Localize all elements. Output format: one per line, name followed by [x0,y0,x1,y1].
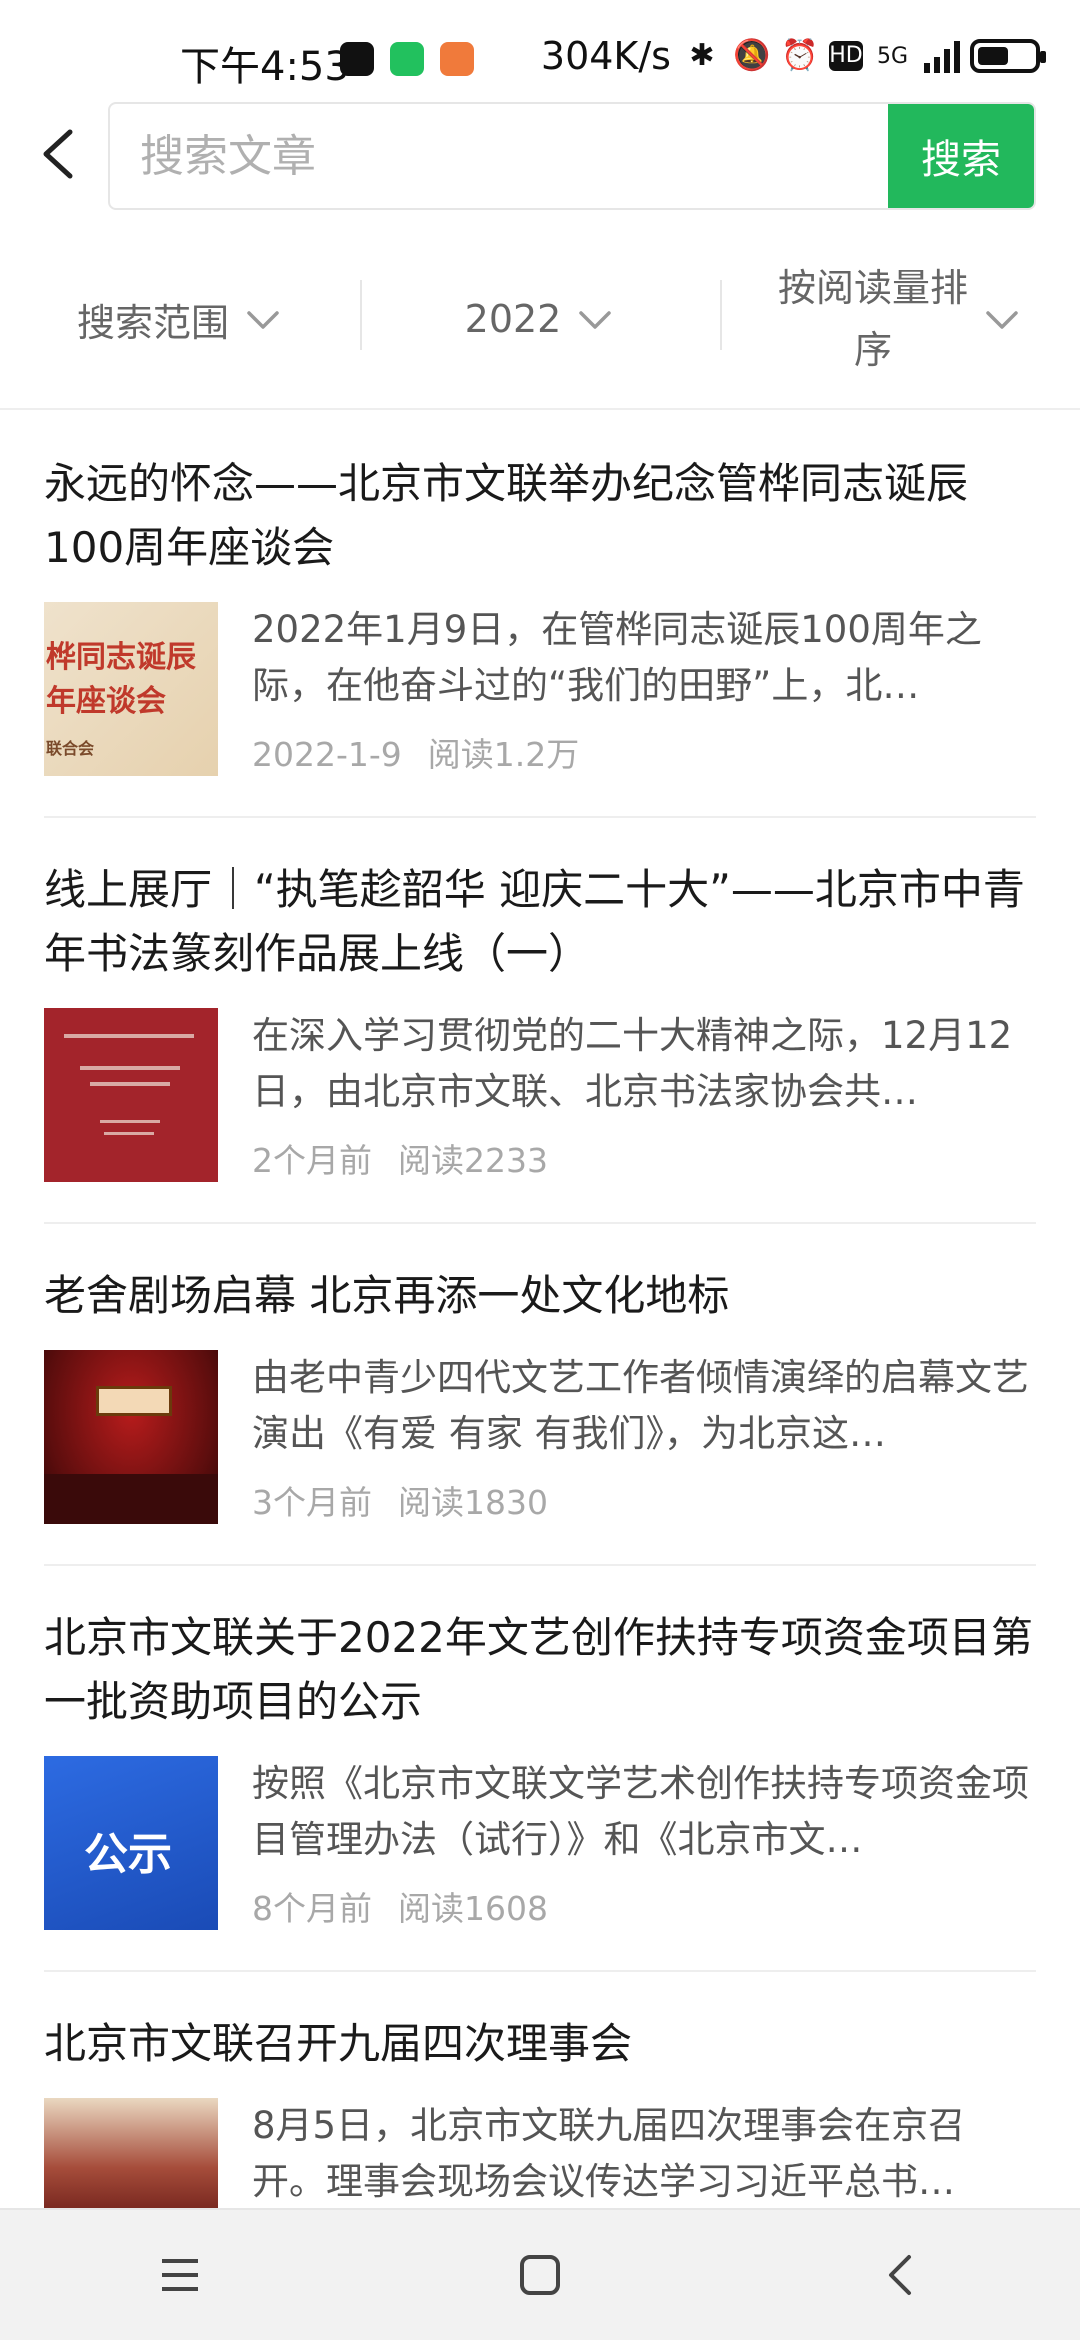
thumbnail-caption: 公示 [84,1830,172,1879]
chevron-down-icon [986,311,1018,329]
article-meta: 3个月前 阅读1830 [252,1476,1032,1524]
article-snippet: 2022年1月9日，在管桦同志诞辰100周年之际，在他奋斗过的“我们的田野”上，… [252,608,982,707]
article-meta: 2个月前 阅读2233 [252,1134,1032,1182]
network-type: 5G [876,43,908,69]
filter-scope[interactable]: 搜索范围 [0,230,360,408]
filter-sort[interactable]: 按阅读量排序 [720,230,1080,408]
weibo-icon [440,42,474,76]
article-item[interactable]: 老舍剧场启幕 北京再添一处文化地标 由老中青少四代文艺工作者倾情演绎的启幕文艺演… [44,1224,1036,1566]
article-list: 永远的怀念——北京市文联举办纪念管桦同志诞辰100周年座谈会 桦同志诞辰 年座谈… [0,412,1080,2312]
article-title: 永远的怀念——北京市文联举办纪念管桦同志诞辰100周年座谈会 [44,459,969,572]
back-icon [889,2255,911,2295]
article-date: 2个月前 [252,1141,372,1180]
article-meta: 2022-1-9 阅读1.2万 [252,728,1032,776]
article-item[interactable]: 线上展厅｜“执笔趁韶华 迎庆二十大”——北京市中青年书法篆刻作品展上线（一） 在… [44,818,1036,1224]
status-time: 下午4:53 [180,44,350,90]
menu-button[interactable] [140,2235,220,2315]
battery-icon [970,39,1046,73]
article-meta: 8个月前 阅读1608 [252,1882,1032,1930]
article-reads: 阅读1608 [398,1889,548,1928]
article-snippet: 按照《北京市文联文学艺术创作扶持专项资金项目管理办法（试行）》和《北京市文… [252,1762,1029,1861]
search-header: 搜索 [0,100,1080,210]
article-date: 3个月前 [252,1483,372,1522]
article-reads: 阅读1.2万 [427,735,580,774]
thumbnail-caption: 联合会 [46,741,95,758]
article-title: 北京市文联关于2022年文艺创作扶持专项资金项目第一批资助项目的公示 [44,1613,1033,1726]
article-title: 北京市文联召开九届四次理事会 [44,2019,633,2068]
article-title: 线上展厅｜“执笔趁韶华 迎庆二十大”——北京市中青年书法篆刻作品展上线（一） [44,865,1025,978]
system-back-button[interactable] [860,2235,940,2315]
thumbnail-caption: 年座谈会 [46,685,166,718]
article-snippet: 8月5日，北京市文联九届四次理事会在京召开。理事会现场会议传达学习习近平总书… [252,2104,966,2203]
article-reads: 阅读1830 [398,1483,548,1522]
search-button[interactable]: 搜索 [888,104,1034,208]
chevron-down-icon [247,311,279,329]
system-nav-bar [0,2208,1080,2340]
article-date: 8个月前 [252,1889,372,1928]
article-title: 老舍剧场启幕 北京再添一处文化地标 [44,1271,730,1320]
article-item[interactable]: 永远的怀念——北京市文联举办纪念管桦同志诞辰100周年座谈会 桦同志诞辰 年座谈… [44,412,1036,818]
filter-year-label: 2022 [464,297,562,341]
article-snippet: 由老中青少四代文艺工作者倾情演绎的启幕文艺演出《有爱 有家 有我们》，为北京这… [252,1356,1029,1455]
tiktok-icon [340,42,374,76]
chevron-left-icon [43,129,73,179]
filter-sort-label: 按阅读量排序 [778,266,969,372]
filter-scope-label: 搜索范围 [76,300,229,345]
home-icon [520,2255,560,2295]
back-button[interactable] [28,122,88,186]
chevron-down-icon [579,311,612,329]
article-date: 2022-1-9 [252,735,402,774]
bluetooth-icon: ✱ [689,38,715,73]
mute-icon: 🔕 [732,38,771,73]
filter-bar: 搜索范围 2022 按阅读量排序 [0,230,1080,410]
signal-icon [922,39,960,73]
thumbnail-caption: 桦同志诞辰 [46,641,196,674]
article-thumbnail: 公示 [44,1756,218,1930]
article-snippet: 在深入学习贯彻党的二十大精神之际，12月12日，由北京市文联、北京书法家协会共… [252,1014,1013,1113]
hd-icon: HD [828,41,863,71]
network-speed: 304K/s [540,34,671,78]
status-indicators: 304K/s ✱ 🔕 ⏰ HD 5G [540,34,1046,78]
wechat-icon [390,42,424,76]
search-input[interactable] [110,104,892,208]
filter-year[interactable]: 2022 [360,230,720,408]
alarm-icon: ⏰ [780,38,819,73]
article-thumbnail [44,1350,218,1524]
article-thumbnail: 桦同志诞辰 年座谈会 联合会 [44,602,218,776]
search-box: 搜索 [108,102,1036,210]
article-reads: 阅读2233 [398,1141,548,1180]
article-thumbnail [44,1008,218,1182]
menu-icon [162,2259,198,2291]
article-item[interactable]: 北京市文联关于2022年文艺创作扶持专项资金项目第一批资助项目的公示 公示 按照… [44,1566,1036,1972]
home-button[interactable] [500,2235,580,2315]
status-bar: 下午4:53 304K/s ✱ 🔕 ⏰ HD 5G [0,0,1080,100]
